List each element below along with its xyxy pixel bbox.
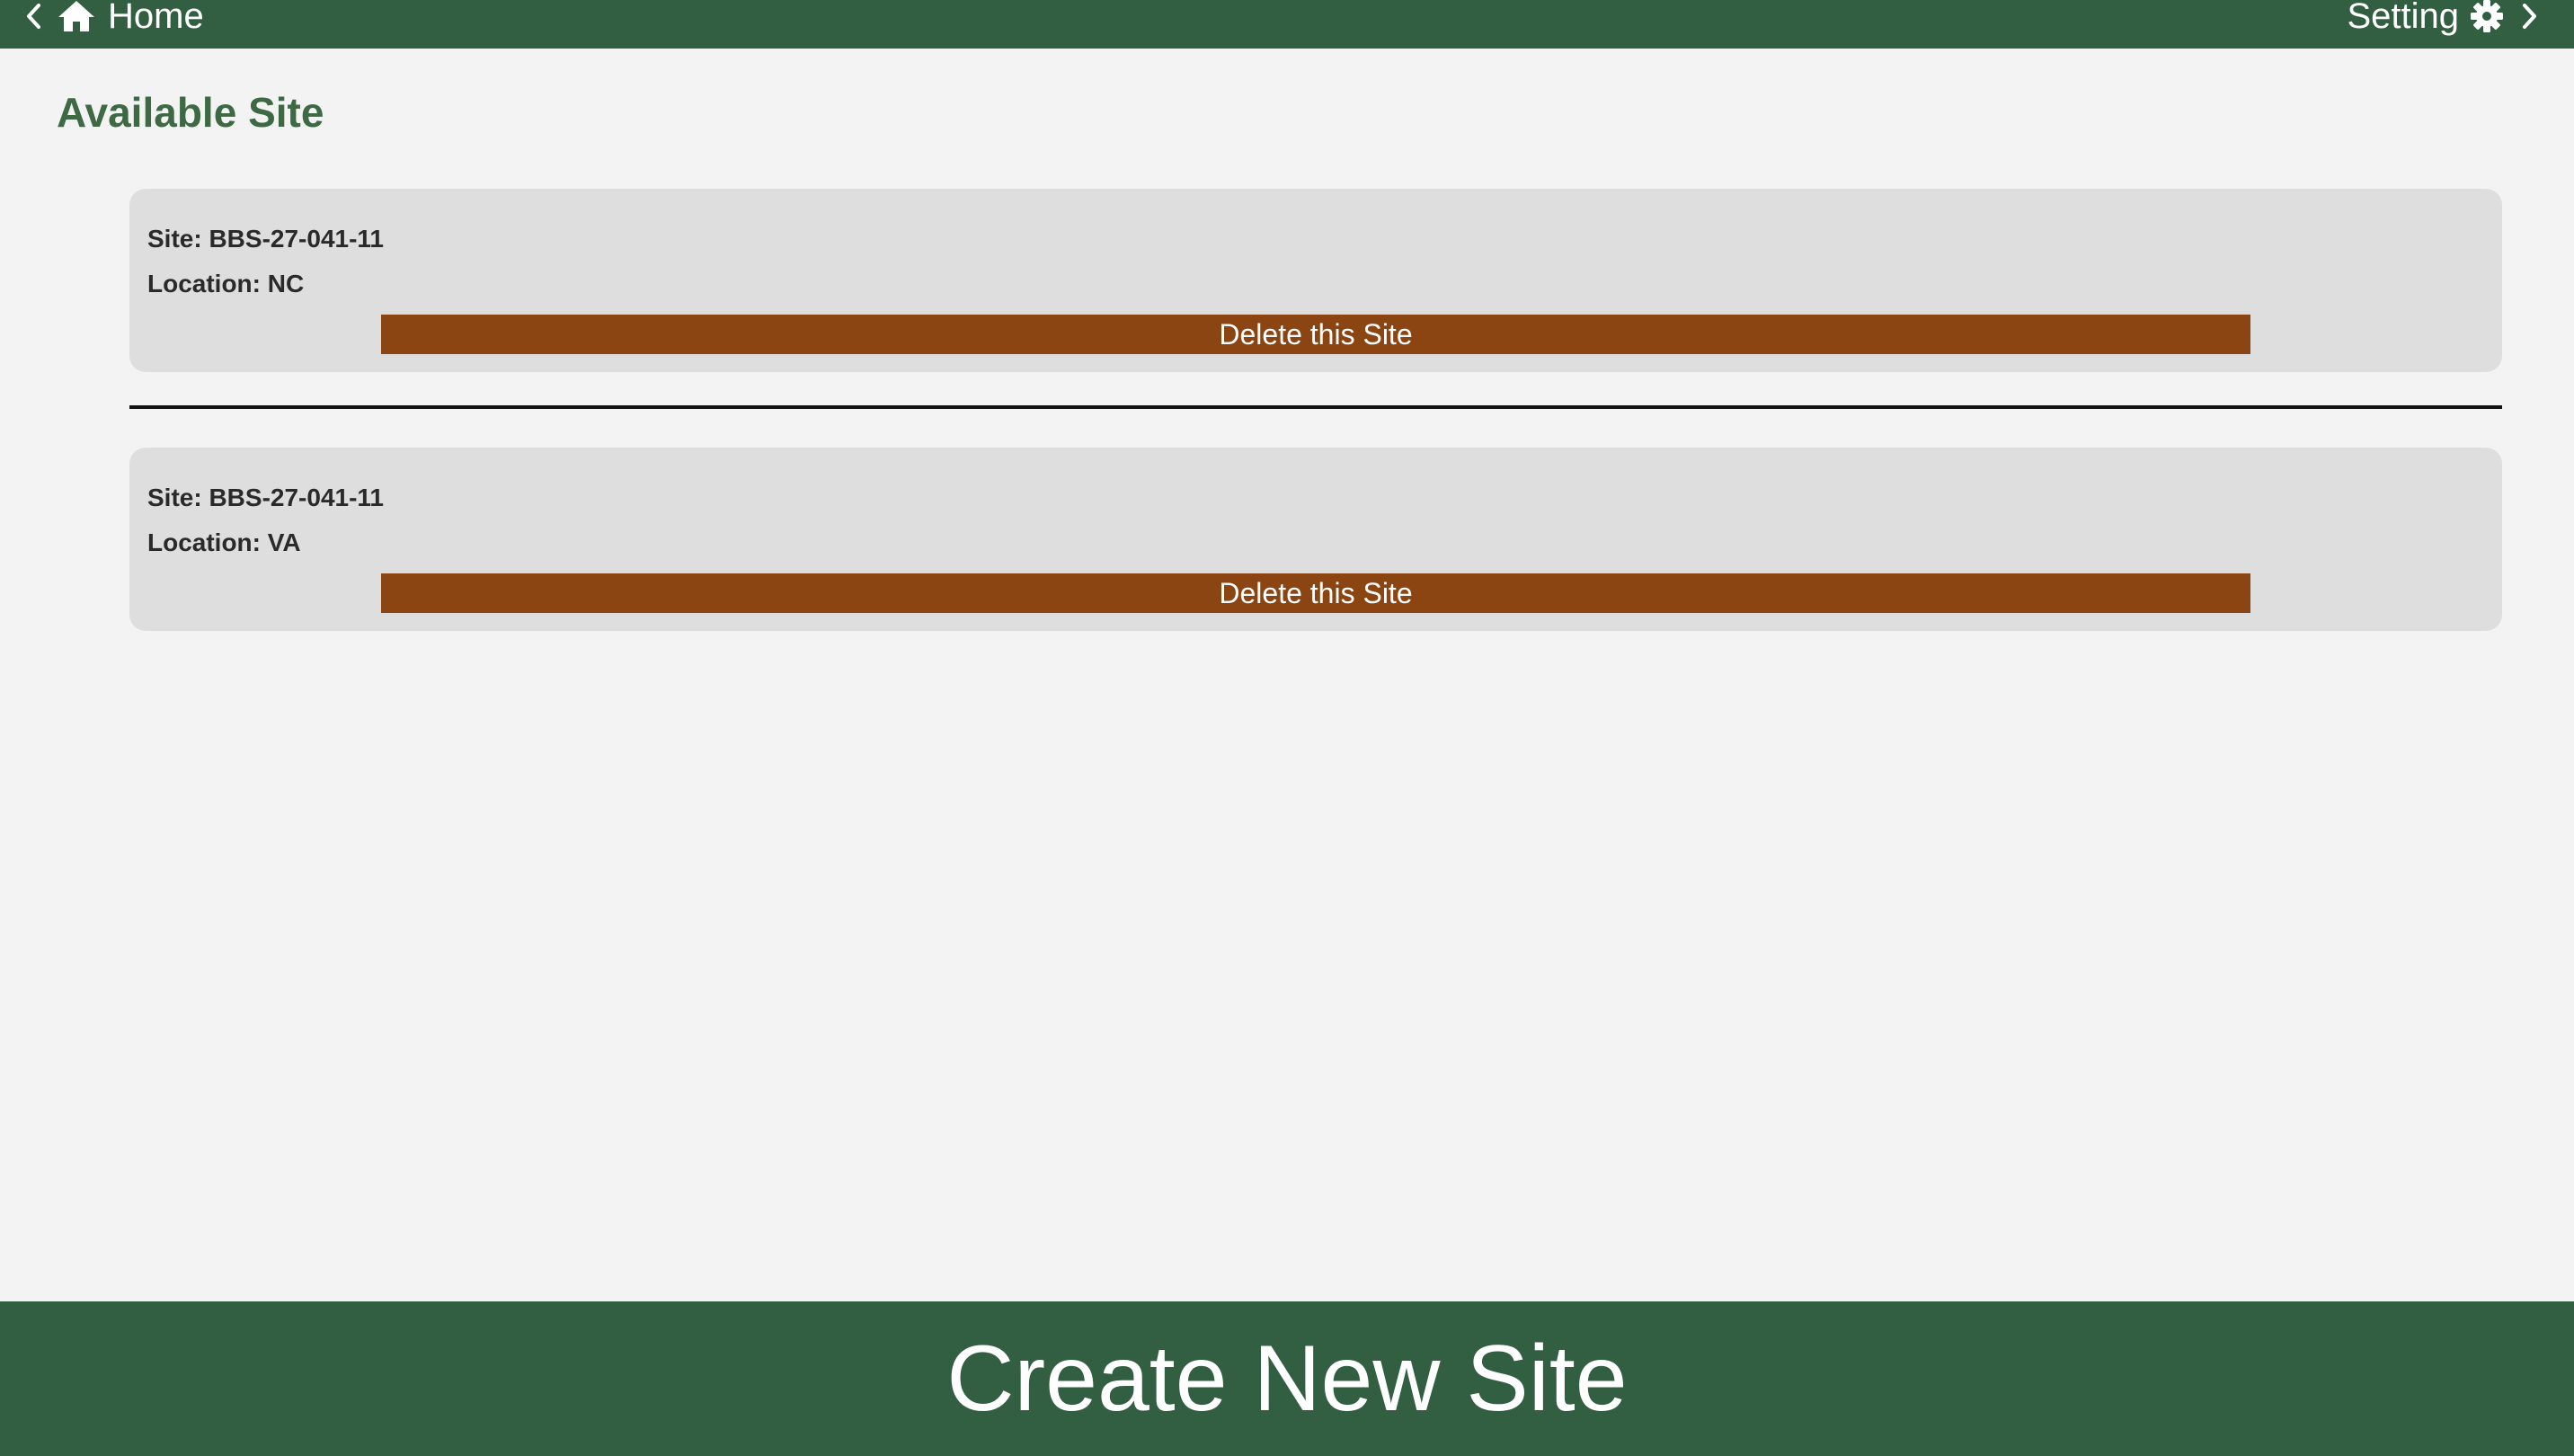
gear-icon xyxy=(2470,0,2504,33)
home-icon xyxy=(58,0,95,32)
site-location-text: Location: VA xyxy=(147,528,301,556)
setting-nav-button[interactable]: Setting xyxy=(2347,0,2538,36)
site-card: Site: BBS-27-041-11 Location: VA Delete … xyxy=(129,448,2502,631)
home-label: Home xyxy=(108,0,204,36)
delete-site-button[interactable]: Delete this Site xyxy=(381,315,2250,354)
create-new-site-button[interactable]: Create New Site xyxy=(0,1301,2574,1456)
site-location-text: Location: NC xyxy=(147,270,305,297)
page-title: Available Site xyxy=(57,89,324,136)
site-id-text: Site: BBS-27-041-11 xyxy=(147,225,385,253)
site-card: Site: BBS-27-041-11 Location: NC Delete … xyxy=(129,189,2502,372)
setting-label: Setting xyxy=(2347,0,2459,36)
top-navigation-bar: Home Setting xyxy=(0,0,2574,49)
chevron-left-icon xyxy=(25,3,41,30)
site-id-text: Site: BBS-27-041-11 xyxy=(147,484,385,511)
chevron-right-icon xyxy=(2522,3,2538,30)
delete-site-button[interactable]: Delete this Site xyxy=(381,573,2250,613)
divider xyxy=(129,405,2502,409)
home-nav-button[interactable]: Home xyxy=(25,0,204,36)
